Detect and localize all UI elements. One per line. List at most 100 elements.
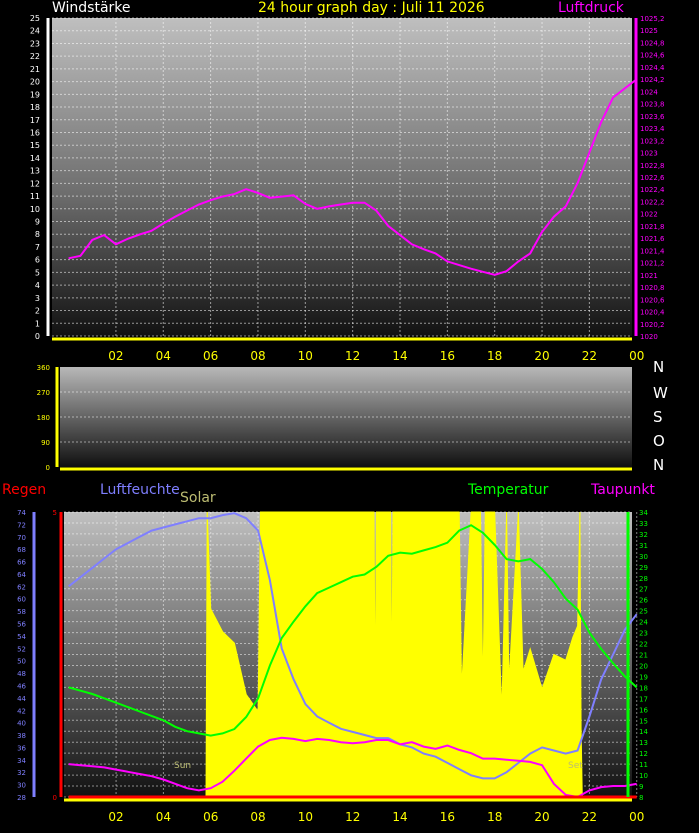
tick-label-temperature-17: 17 <box>639 695 648 703</box>
tick-label-humidity-32: 32 <box>17 769 26 777</box>
tick-label-humidity-66: 66 <box>17 559 26 567</box>
tick-label-pressure-3: 1020,6 <box>640 296 665 304</box>
tick-label-pressure-22: 1024,4 <box>640 64 665 72</box>
tick-label-temperature-29: 29 <box>639 564 648 572</box>
tick-label-humidity-72: 72 <box>17 521 26 529</box>
tick-label-time-06: 06 <box>203 349 218 363</box>
tick-label-temperature-9: 9 <box>639 783 643 791</box>
tick-label-humidity-38: 38 <box>17 732 26 740</box>
tick-label-pressure-20: 1024 <box>640 88 658 96</box>
tick-label-time2-06: 06 <box>203 810 218 824</box>
tick-label-humidity-40: 40 <box>17 720 26 728</box>
tick-label-temperature-31: 31 <box>639 542 648 550</box>
tick-label-time-22: 22 <box>582 349 597 363</box>
tick-label-time-10: 10 <box>298 349 313 363</box>
tick-label-humidity-46: 46 <box>17 682 26 690</box>
tick-label-time2-12: 12 <box>345 810 360 824</box>
tick-label-wind-11: 11 <box>30 192 40 201</box>
rain-axis-marker-4 <box>59 567 63 571</box>
tick-label-pressure-25: 1025 <box>640 27 658 35</box>
tick-label-time2-22: 22 <box>582 810 597 824</box>
tick-label-wind-23: 23 <box>30 39 40 48</box>
compass-o: O <box>653 432 665 450</box>
tick-label-temperature-30: 30 <box>639 553 648 561</box>
tick-label-pressure-4: 1020,8 <box>640 284 665 292</box>
tick-label-time2-02: 02 <box>108 810 123 824</box>
tick-label-wind-8: 8 <box>35 230 40 239</box>
tick-label-temperature-12: 12 <box>639 750 648 758</box>
tick-label-pressure-14: 1022,8 <box>640 162 665 170</box>
legend-temperature: Temperatur <box>468 482 549 498</box>
tick-label-direction-180: 180 <box>37 414 50 422</box>
tick-label-direction-360: 360 <box>37 364 50 372</box>
tick-label-time-04: 04 <box>156 349 171 363</box>
tick-label-wind-10: 10 <box>30 205 40 214</box>
rain-axis-marker-3 <box>59 624 63 628</box>
tick-label-temperature-25: 25 <box>639 608 648 616</box>
tick-label-wind-15: 15 <box>30 141 40 150</box>
tick-label-pressure-15: 1023 <box>640 150 658 158</box>
tick-label-time2-14: 14 <box>392 810 407 824</box>
tick-label-rain-0: 0 <box>53 794 57 802</box>
tick-label-direction-270: 270 <box>37 389 50 397</box>
legend-rain: Regen <box>2 482 47 498</box>
rain-axis-marker-2 <box>59 681 63 685</box>
tick-label-pressure-21: 1024,2 <box>640 76 665 84</box>
tick-label-temperature-18: 18 <box>639 684 648 692</box>
tick-label-direction-90: 90 <box>41 439 50 447</box>
sunrise-label: Sun <box>174 761 192 771</box>
tick-label-temperature-32: 32 <box>639 531 648 539</box>
tick-label-time-14: 14 <box>392 349 407 363</box>
tick-label-time2-18: 18 <box>487 810 502 824</box>
tick-label-pressure-12: 1022,4 <box>640 186 665 194</box>
tick-label-humidity-52: 52 <box>17 645 26 653</box>
tick-label-temperature-19: 19 <box>639 673 648 681</box>
legend-dewpoint: Taupunkt <box>591 482 655 498</box>
tick-label-time-20: 20 <box>534 349 549 363</box>
tick-label-temperature-26: 26 <box>639 597 648 605</box>
tick-label-wind-18: 18 <box>30 103 40 112</box>
sunset-label: Set <box>568 761 583 771</box>
legend-solar: Solar <box>180 490 216 506</box>
tick-label-pressure-8: 1021,6 <box>640 235 665 243</box>
tick-label-time-00: 00 <box>629 349 644 363</box>
tick-label-pressure-18: 1023,6 <box>640 113 665 121</box>
tick-label-pressure-5: 1021 <box>640 272 658 280</box>
tick-label-pressure-1: 1020,2 <box>640 321 665 329</box>
tick-label-humidity-54: 54 <box>17 633 26 641</box>
tick-label-time-08: 08 <box>250 349 265 363</box>
tick-label-pressure-2: 1020,4 <box>640 309 665 317</box>
tick-label-pressure-7: 1021,4 <box>640 247 665 255</box>
tick-label-temperature-24: 24 <box>639 619 648 627</box>
tick-label-pressure-19: 1023,8 <box>640 101 665 109</box>
tick-label-wind-21: 21 <box>30 65 40 74</box>
tick-label-humidity-36: 36 <box>17 744 26 752</box>
tick-label-humidity-56: 56 <box>17 621 26 629</box>
tick-label-time-18: 18 <box>487 349 502 363</box>
tick-label-temperature-10: 10 <box>639 772 648 780</box>
tick-label-humidity-30: 30 <box>17 782 26 790</box>
tick-label-humidity-28: 28 <box>17 794 26 802</box>
tick-label-pressure-6: 1021,2 <box>640 260 665 268</box>
compass-n-bottom: N <box>653 456 665 474</box>
tick-label-temperature-13: 13 <box>639 739 648 747</box>
tick-label-temperature-23: 23 <box>639 630 648 638</box>
tick-label-humidity-48: 48 <box>17 670 26 678</box>
tick-label-humidity-34: 34 <box>17 757 26 765</box>
tick-label-wind-22: 22 <box>30 52 40 61</box>
tick-label-wind-6: 6 <box>35 256 40 265</box>
tick-label-wind-3: 3 <box>35 294 40 303</box>
tick-label-time2-04: 04 <box>156 810 171 824</box>
tick-label-time2-08: 08 <box>250 810 265 824</box>
weather-graph-canvas: 0123456789101112131415161718192021222324… <box>17 14 665 824</box>
pressure-axis-title: Luftdruck <box>558 0 624 16</box>
tick-label-time-16: 16 <box>440 349 455 363</box>
tick-label-wind-7: 7 <box>35 243 40 252</box>
tick-label-wind-20: 20 <box>30 78 40 87</box>
tick-label-temperature-20: 20 <box>639 662 648 670</box>
tick-label-time2-00: 00 <box>629 810 644 824</box>
tick-label-humidity-70: 70 <box>17 534 26 542</box>
tick-label-pressure-9: 1021,8 <box>640 223 665 231</box>
tick-label-wind-13: 13 <box>30 167 40 176</box>
tick-label-pressure-23: 1024,6 <box>640 52 665 60</box>
